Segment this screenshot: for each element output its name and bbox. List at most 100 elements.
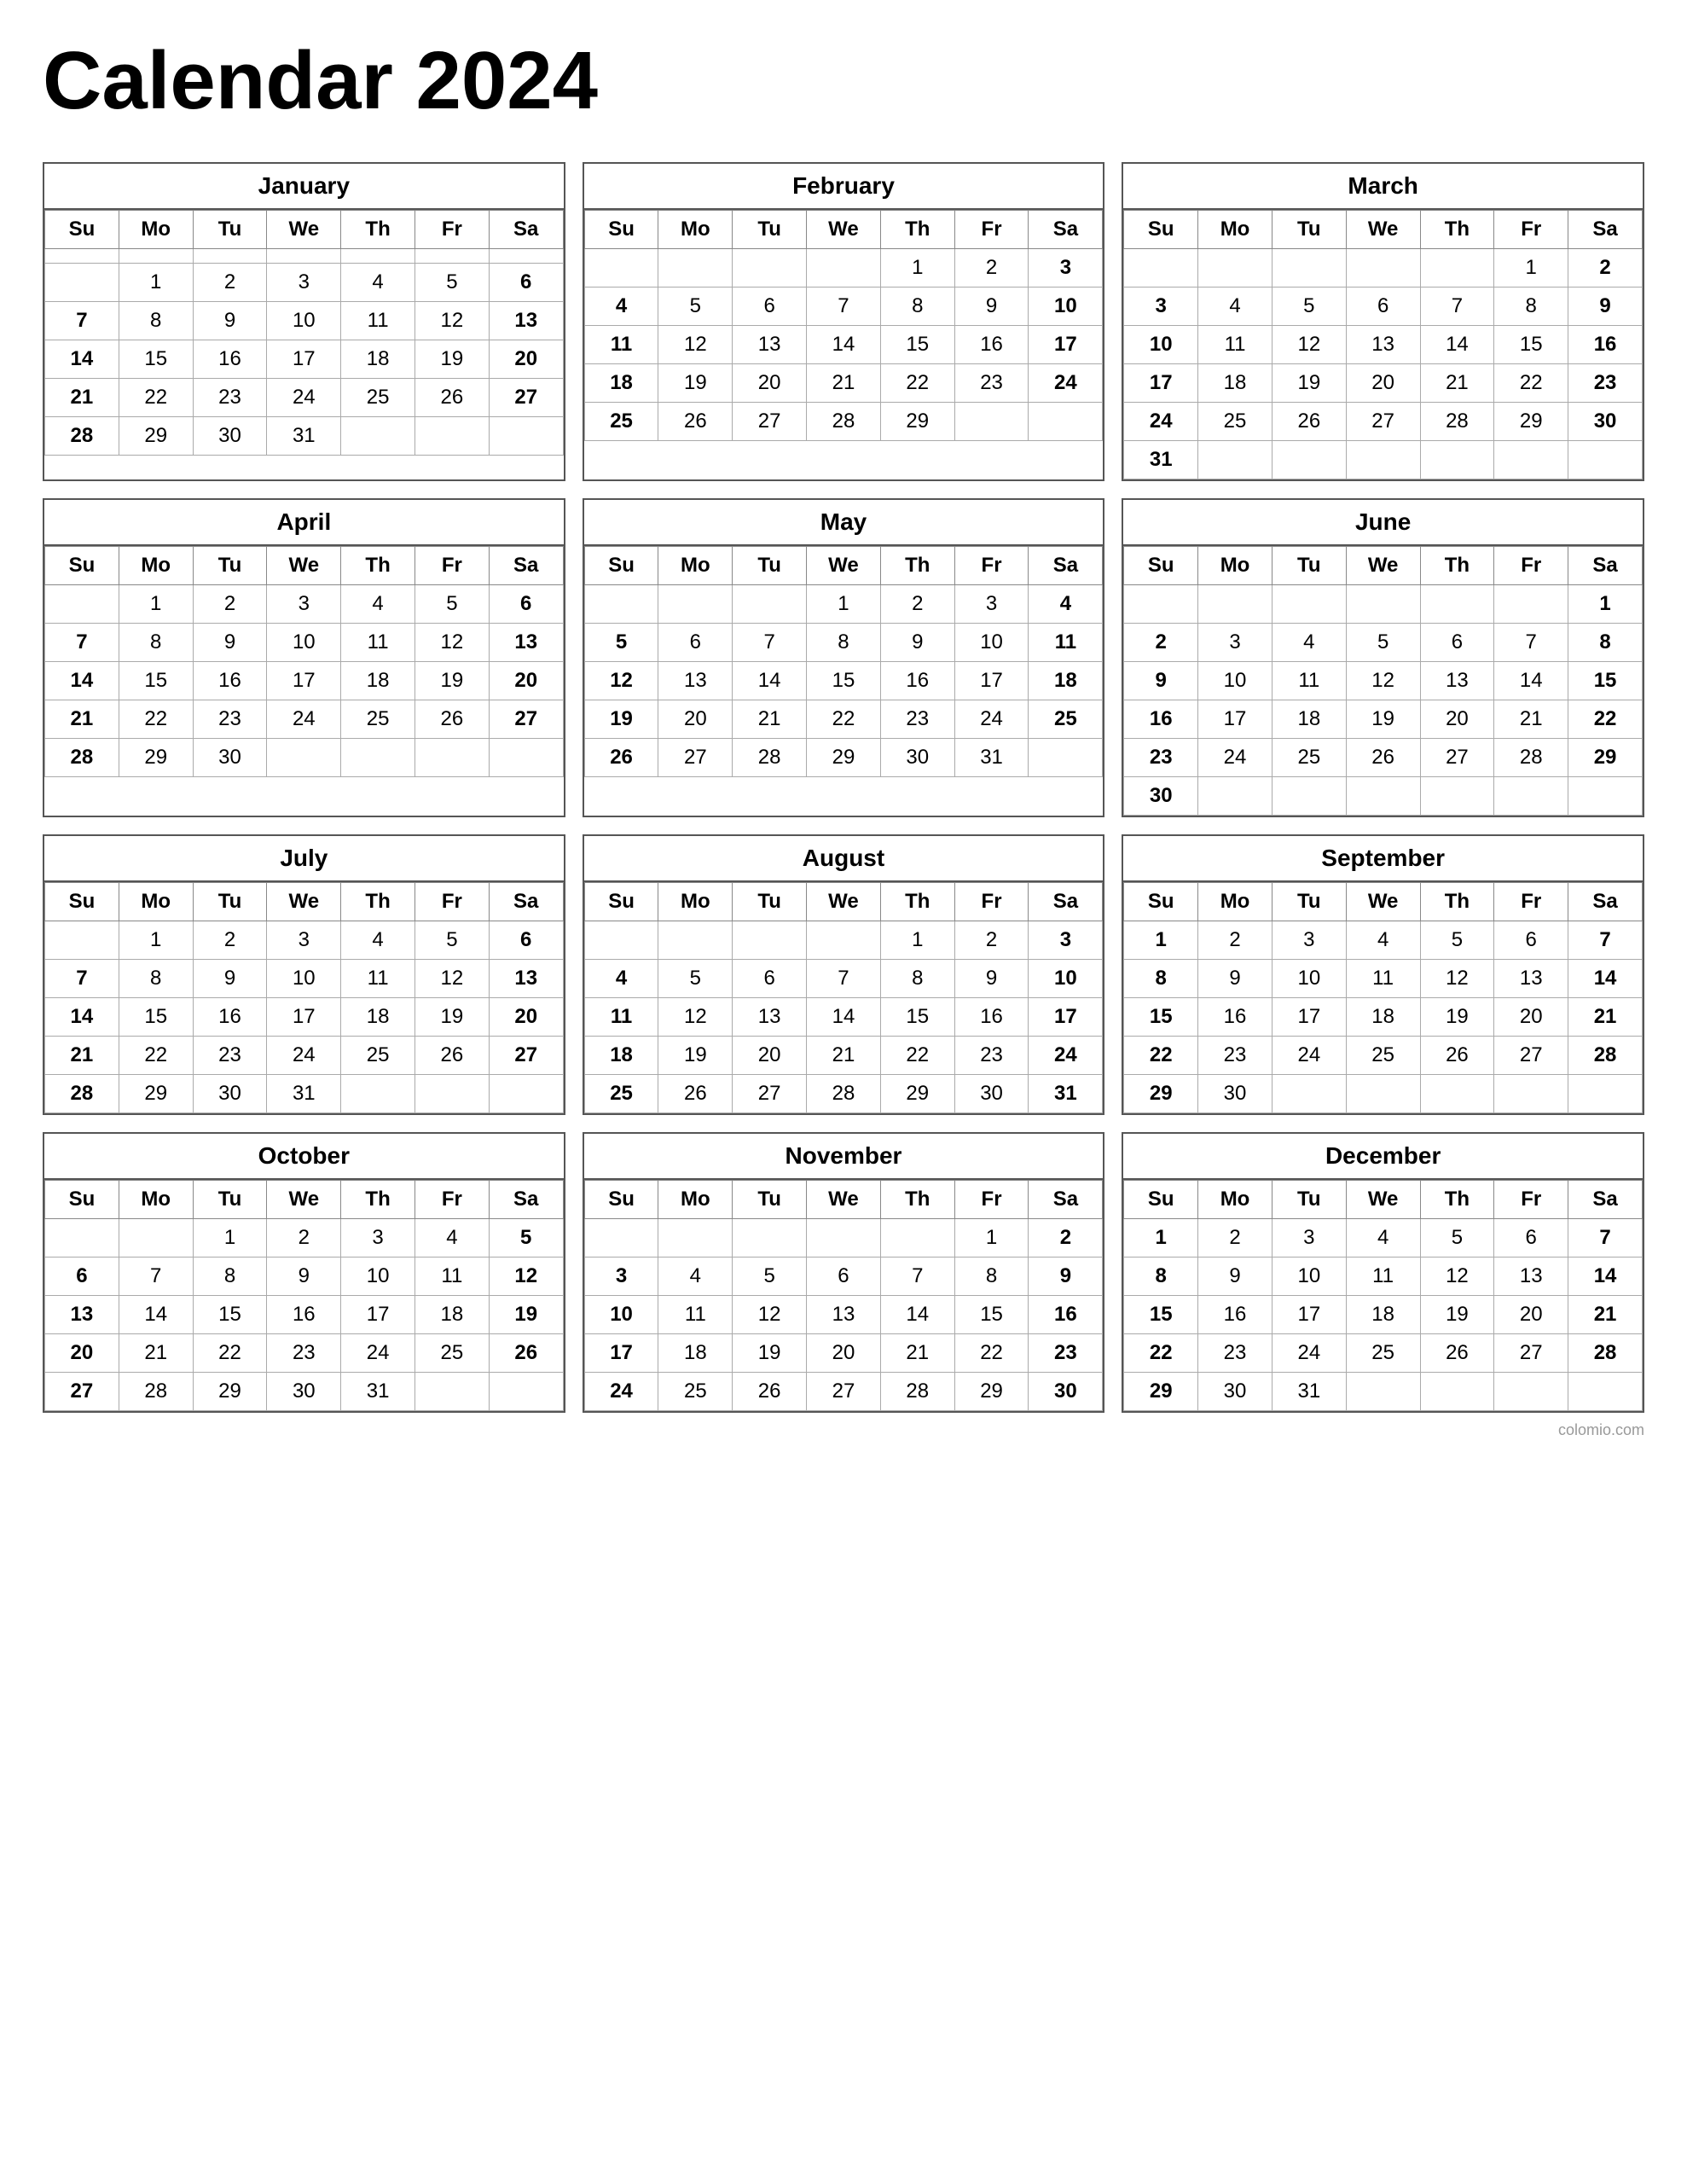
day-cell xyxy=(658,921,733,960)
day-cell: 17 xyxy=(1029,998,1103,1037)
day-cell: 6 xyxy=(1420,624,1494,662)
day-cell: 25 xyxy=(1029,700,1103,739)
week-row: 22232425262728 xyxy=(1124,1037,1643,1075)
day-cell: 23 xyxy=(193,700,267,739)
day-cell xyxy=(584,585,658,624)
day-cell: 11 xyxy=(341,302,415,340)
day-cell: 2 xyxy=(1198,1219,1272,1258)
day-cell xyxy=(267,739,341,777)
week-row: 1 xyxy=(1124,585,1643,624)
day-cell xyxy=(1198,249,1272,288)
day-cell xyxy=(267,249,341,264)
day-cell: 10 xyxy=(1124,326,1198,364)
weekday-header-th: Th xyxy=(341,883,415,921)
weekday-header-th: Th xyxy=(341,547,415,585)
week-row: 293031 xyxy=(1124,1373,1643,1411)
day-cell: 5 xyxy=(1272,288,1346,326)
day-cell: 4 xyxy=(341,585,415,624)
week-row: 25262728293031 xyxy=(584,1075,1103,1113)
day-cell: 24 xyxy=(267,700,341,739)
day-cell xyxy=(658,249,733,288)
weekday-header-sa: Sa xyxy=(1568,211,1643,249)
week-row: 567891011 xyxy=(584,624,1103,662)
day-cell xyxy=(341,739,415,777)
weekday-header-tu: Tu xyxy=(193,211,267,249)
day-cell: 6 xyxy=(1346,288,1420,326)
day-cell: 31 xyxy=(1029,1075,1103,1113)
day-cell xyxy=(1272,777,1346,816)
day-cell: 24 xyxy=(267,1037,341,1075)
day-cell: 15 xyxy=(954,1296,1029,1334)
week-row: 891011121314 xyxy=(1124,1258,1643,1296)
weekday-header-fr: Fr xyxy=(954,211,1029,249)
day-cell: 10 xyxy=(341,1258,415,1296)
day-cell: 9 xyxy=(954,288,1029,326)
day-cell: 29 xyxy=(1124,1373,1198,1411)
day-cell: 13 xyxy=(807,1296,881,1334)
day-cell: 8 xyxy=(954,1258,1029,1296)
day-cell: 3 xyxy=(1272,1219,1346,1258)
week-row: 2526272829 xyxy=(584,403,1103,441)
day-cell xyxy=(341,1075,415,1113)
day-cell: 27 xyxy=(1420,739,1494,777)
day-cell: 16 xyxy=(193,662,267,700)
month-august: AugustSuMoTuWeThFrSa12345678910111213141… xyxy=(583,834,1105,1115)
day-cell: 24 xyxy=(341,1334,415,1373)
day-cell: 1 xyxy=(119,921,193,960)
day-cell xyxy=(1029,739,1103,777)
day-cell: 14 xyxy=(45,662,119,700)
day-cell: 22 xyxy=(954,1334,1029,1373)
day-cell: 30 xyxy=(1568,403,1643,441)
day-cell: 29 xyxy=(880,1075,954,1113)
day-cell: 16 xyxy=(1198,998,1272,1037)
week-row: 21222324252627 xyxy=(45,1037,564,1075)
day-cell xyxy=(1420,777,1494,816)
day-cell: 26 xyxy=(658,1075,733,1113)
day-cell: 30 xyxy=(954,1075,1029,1113)
day-cell: 21 xyxy=(119,1334,193,1373)
month-table: SuMoTuWeThFrSa12345678910111213141516171… xyxy=(44,1180,564,1411)
day-cell: 11 xyxy=(1346,1258,1420,1296)
day-cell: 28 xyxy=(880,1373,954,1411)
day-cell: 18 xyxy=(584,364,658,403)
month-june: JuneSuMoTuWeThFrSa1234567891011121314151… xyxy=(1122,498,1644,817)
week-row: 123456 xyxy=(45,585,564,624)
day-cell: 8 xyxy=(119,624,193,662)
day-cell xyxy=(45,921,119,960)
day-cell: 7 xyxy=(807,288,881,326)
day-cell: 29 xyxy=(193,1373,267,1411)
day-cell: 10 xyxy=(267,960,341,998)
day-cell: 18 xyxy=(1346,998,1420,1037)
day-cell: 15 xyxy=(119,340,193,379)
day-cell: 14 xyxy=(45,998,119,1037)
month-october: OctoberSuMoTuWeThFrSa1234567891011121314… xyxy=(43,1132,565,1413)
day-cell xyxy=(45,264,119,302)
week-row: 6789101112 xyxy=(45,1258,564,1296)
day-cell: 8 xyxy=(1124,960,1198,998)
day-cell: 7 xyxy=(807,960,881,998)
day-cell xyxy=(658,585,733,624)
day-cell: 17 xyxy=(1029,326,1103,364)
day-cell: 15 xyxy=(119,662,193,700)
day-cell: 10 xyxy=(1029,288,1103,326)
week-row: 12 xyxy=(584,1219,1103,1258)
day-cell: 5 xyxy=(733,1258,807,1296)
weekday-header-su: Su xyxy=(584,211,658,249)
weekday-header-mo: Mo xyxy=(119,547,193,585)
day-cell: 15 xyxy=(1124,1296,1198,1334)
day-cell xyxy=(584,921,658,960)
day-cell: 7 xyxy=(45,624,119,662)
day-cell: 4 xyxy=(1346,921,1420,960)
day-cell: 24 xyxy=(1029,364,1103,403)
weekday-header-we: We xyxy=(1346,883,1420,921)
day-cell: 8 xyxy=(880,960,954,998)
weekday-header-mo: Mo xyxy=(658,1181,733,1219)
week-row: 12345 xyxy=(45,1219,564,1258)
week-row: 18192021222324 xyxy=(584,1037,1103,1075)
day-cell: 31 xyxy=(267,417,341,456)
week-row: 14151617181920 xyxy=(45,340,564,379)
day-cell: 3 xyxy=(1124,288,1198,326)
day-cell xyxy=(119,1219,193,1258)
week-row: 17181920212223 xyxy=(1124,364,1643,403)
weekday-header-th: Th xyxy=(341,1181,415,1219)
